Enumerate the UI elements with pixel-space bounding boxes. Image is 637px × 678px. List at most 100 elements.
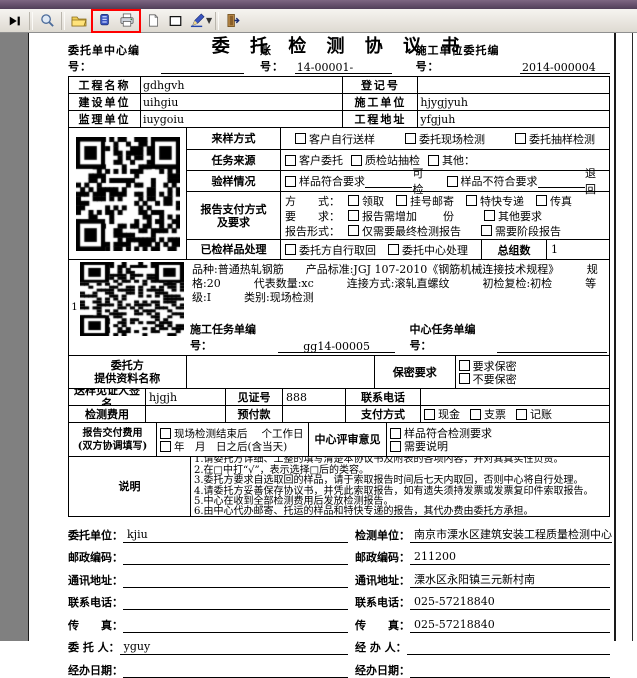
sample-options-table: 来样方式 客户自行送样 委托现场检测 委托抽样检测 任务来源 客户委托 质检站抽… (68, 128, 610, 260)
option-label: 挂号邮寄 (410, 193, 454, 209)
supervisor-value: iuygoiu (140, 111, 343, 128)
checkbox-icon[interactable] (466, 195, 477, 206)
handler-value (407, 640, 610, 655)
pen-dropdown-icon[interactable]: ▼ (206, 16, 212, 25)
witness-id-value: 888 (283, 389, 346, 405)
center-task-no-value (497, 340, 607, 353)
test-unit-label: 检测单位： (355, 527, 410, 543)
contractor-label: 施工单位 (343, 94, 418, 111)
toolbar: ▼ (0, 9, 637, 33)
option-label: 客户委托 (299, 152, 343, 168)
require-label: 要 求： (285, 208, 340, 224)
project-name-label: 工程名称 (69, 77, 141, 94)
checkbox-icon[interactable] (351, 155, 362, 166)
option-label: 委托现场检测 (419, 131, 485, 147)
supervisor-label: 监理单位 (69, 111, 141, 128)
option-label: 领取 (362, 193, 384, 209)
checkbox-icon[interactable] (459, 360, 470, 371)
printer-icon[interactable] (117, 11, 137, 31)
postcode-label: 邮政编码： (355, 549, 410, 565)
date-value (410, 663, 610, 678)
checkbox-icon[interactable] (160, 441, 171, 452)
center-no-field (161, 61, 244, 74)
test-person-row: 经 办 人： (355, 633, 610, 656)
fee-value (146, 406, 226, 422)
header-line: 委托单中心编号： 账号： 14-00001- 施工单位委托编号： 2014-00… (68, 58, 610, 74)
option-label: 客户自行送样 (309, 131, 375, 147)
checkbox-icon[interactable] (396, 195, 407, 206)
client-address-row: 通讯地址： (68, 565, 348, 588)
option-label: 支票 (484, 406, 506, 422)
checkbox-icon[interactable] (348, 195, 359, 206)
checkbox-icon[interactable] (515, 133, 526, 144)
checkbox-icon[interactable] (390, 441, 401, 452)
option-label: 委托抽样检测 (529, 131, 595, 147)
postcode-value (123, 550, 348, 565)
arrival-label: 来样方式 (187, 128, 281, 149)
checkbox-icon[interactable] (536, 195, 547, 206)
checkbox-icon[interactable] (285, 155, 296, 166)
checkbox-icon[interactable] (470, 409, 481, 420)
checkbox-icon[interactable] (285, 176, 296, 187)
zoom-icon[interactable] (37, 11, 57, 31)
checkbox-icon[interactable] (447, 176, 458, 187)
checkbox-icon[interactable] (459, 373, 470, 384)
checkbox-icon[interactable] (388, 244, 399, 255)
checkbox-icon[interactable] (484, 210, 495, 221)
checkbox-icon[interactable] (405, 133, 416, 144)
checkbox-icon[interactable] (348, 210, 359, 221)
checkbox-icon[interactable] (285, 244, 296, 255)
item-index: 1 (69, 260, 80, 355)
option-label: 报告需增加 (362, 208, 417, 224)
test-date-row: 经办日期： (355, 655, 610, 678)
copy-document-icon[interactable] (95, 11, 115, 31)
method-label: 方 式： (285, 193, 340, 209)
option-label: 需要说明 (404, 438, 448, 454)
new-page-icon[interactable] (143, 11, 163, 31)
option-label: 需要阶段报告 (495, 223, 561, 239)
client-unit-value: kjiu (123, 528, 348, 543)
site-task-no-label: 施工任务单编号： (190, 321, 278, 353)
checkbox-icon[interactable] (160, 428, 171, 439)
pen-icon[interactable] (187, 11, 207, 31)
form-label: 报告形式： (285, 223, 340, 239)
exit-icon[interactable] (223, 11, 243, 31)
test-unit-row: 检测单位： 南京市溧水区建筑安装工程质量检测中心 (355, 520, 610, 543)
prepay-label: 预付款 (226, 406, 283, 422)
verify-label: 验样情况 (187, 171, 281, 191)
client-phone-row: 联系电话： (68, 588, 348, 611)
account-field: 14-00001- (295, 61, 392, 74)
address-value: 溧水区永阳镇三元新村南 (410, 573, 610, 588)
table-row: 监理单位 iuygoiu 工程地址 yfgjuh (69, 111, 610, 128)
document-viewer: 委 托 检 测 协 议 书 委托单中心编号： 账号： 14-00001- 施工单… (0, 33, 637, 641)
option-label: 其他： (442, 152, 475, 168)
verify-blank (365, 175, 412, 188)
checkbox-icon[interactable] (424, 409, 435, 420)
test-fax-row: 传 真： 025-57218840 (355, 610, 610, 633)
checkbox-icon[interactable] (390, 428, 401, 439)
contractor-value: hjygjyuh (418, 94, 610, 111)
fax-value: 025-57218840 (410, 618, 610, 633)
nav-next-icon[interactable] (5, 11, 25, 31)
test-phone-row: 联系电话： 025-57218840 (355, 588, 610, 611)
registry-no-label: 登记号 (343, 77, 418, 94)
witness-label: 送样见证人签名 (69, 389, 146, 405)
rectangle-icon[interactable] (165, 11, 185, 31)
checkbox-icon[interactable] (348, 225, 359, 236)
docs-value (187, 356, 375, 388)
phone-label: 联系电话： (68, 594, 123, 610)
verify-row: 验样情况 样品符合要求 可检 样品不符合要求 退回 (187, 171, 609, 192)
checkbox-icon[interactable] (481, 225, 492, 236)
checkbox-icon[interactable] (516, 409, 527, 420)
total-groups-label: 总组数 (481, 240, 546, 259)
open-folder-icon[interactable] (69, 11, 89, 31)
qr-code (80, 262, 184, 336)
client-person-row: 委 托 人： yguy (68, 633, 348, 656)
option-label: 份 (443, 208, 454, 224)
client-unit-label: 委托单位： (68, 527, 123, 543)
client-fax-row: 传 真： (68, 610, 348, 633)
date-label: 经办日期： (355, 662, 410, 678)
builder-value: uihgiu (140, 94, 343, 111)
checkbox-icon[interactable] (295, 133, 306, 144)
checkbox-icon[interactable] (428, 155, 439, 166)
